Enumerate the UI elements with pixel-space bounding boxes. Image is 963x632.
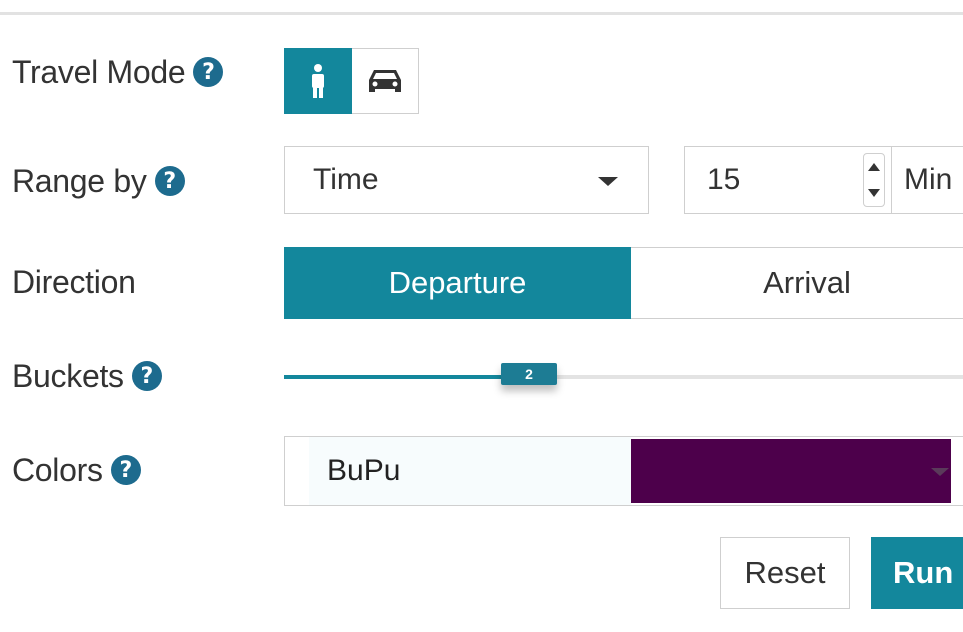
help-icon[interactable]: ? bbox=[154, 166, 185, 196]
travel-mode-label-row: Travel Mode ? bbox=[12, 50, 224, 94]
help-icon[interactable]: ? bbox=[193, 57, 224, 87]
buckets-label: Buckets bbox=[12, 357, 124, 394]
range-unit-select[interactable]: Min bbox=[892, 146, 963, 214]
color-scheme-select[interactable]: BuPu bbox=[284, 436, 963, 506]
run-button[interactable]: Run bbox=[871, 537, 963, 609]
walking-mode-button[interactable] bbox=[284, 48, 352, 114]
chevron-down-icon bbox=[598, 177, 618, 186]
buckets-slider[interactable] bbox=[284, 375, 963, 379]
decrement-icon[interactable] bbox=[868, 189, 880, 197]
walking-person-icon bbox=[312, 64, 324, 98]
help-icon[interactable]: ? bbox=[131, 361, 162, 391]
arrival-button[interactable]: Arrival bbox=[631, 247, 963, 319]
buckets-label-row: Buckets ? bbox=[12, 354, 162, 398]
range-value: 15 bbox=[707, 163, 741, 196]
range-by-label-row: Range by ? bbox=[12, 159, 185, 203]
range-by-label: Range by bbox=[12, 162, 147, 199]
travel-mode-label: Travel Mode bbox=[12, 53, 186, 90]
slider-fill bbox=[284, 375, 529, 379]
color-swatch-dark bbox=[631, 439, 951, 503]
colors-label-row: Colors ? bbox=[12, 448, 141, 492]
number-spinner[interactable] bbox=[863, 153, 885, 207]
direction-toggle: Departure Arrival bbox=[284, 247, 963, 319]
reset-button[interactable]: Reset bbox=[720, 537, 850, 609]
help-icon[interactable]: ? bbox=[110, 455, 141, 485]
colors-label: Colors bbox=[12, 451, 103, 488]
direction-label-row: Direction bbox=[12, 260, 136, 304]
increment-icon[interactable] bbox=[868, 163, 880, 171]
driving-mode-button[interactable] bbox=[352, 48, 419, 114]
departure-button[interactable]: Departure bbox=[284, 247, 631, 319]
car-icon bbox=[369, 70, 401, 92]
range-unit: Min bbox=[904, 163, 953, 196]
top-divider bbox=[0, 12, 963, 15]
slider-handle[interactable]: 2 bbox=[501, 363, 557, 385]
range-by-value: Time bbox=[313, 163, 379, 196]
chevron-down-icon bbox=[931, 468, 949, 476]
range-value-input[interactable]: 15 bbox=[684, 146, 892, 214]
range-by-select[interactable]: Time bbox=[284, 146, 649, 214]
color-scheme-name: BuPu bbox=[327, 454, 401, 487]
travel-mode-toggle bbox=[284, 48, 419, 114]
direction-label: Direction bbox=[12, 263, 136, 300]
